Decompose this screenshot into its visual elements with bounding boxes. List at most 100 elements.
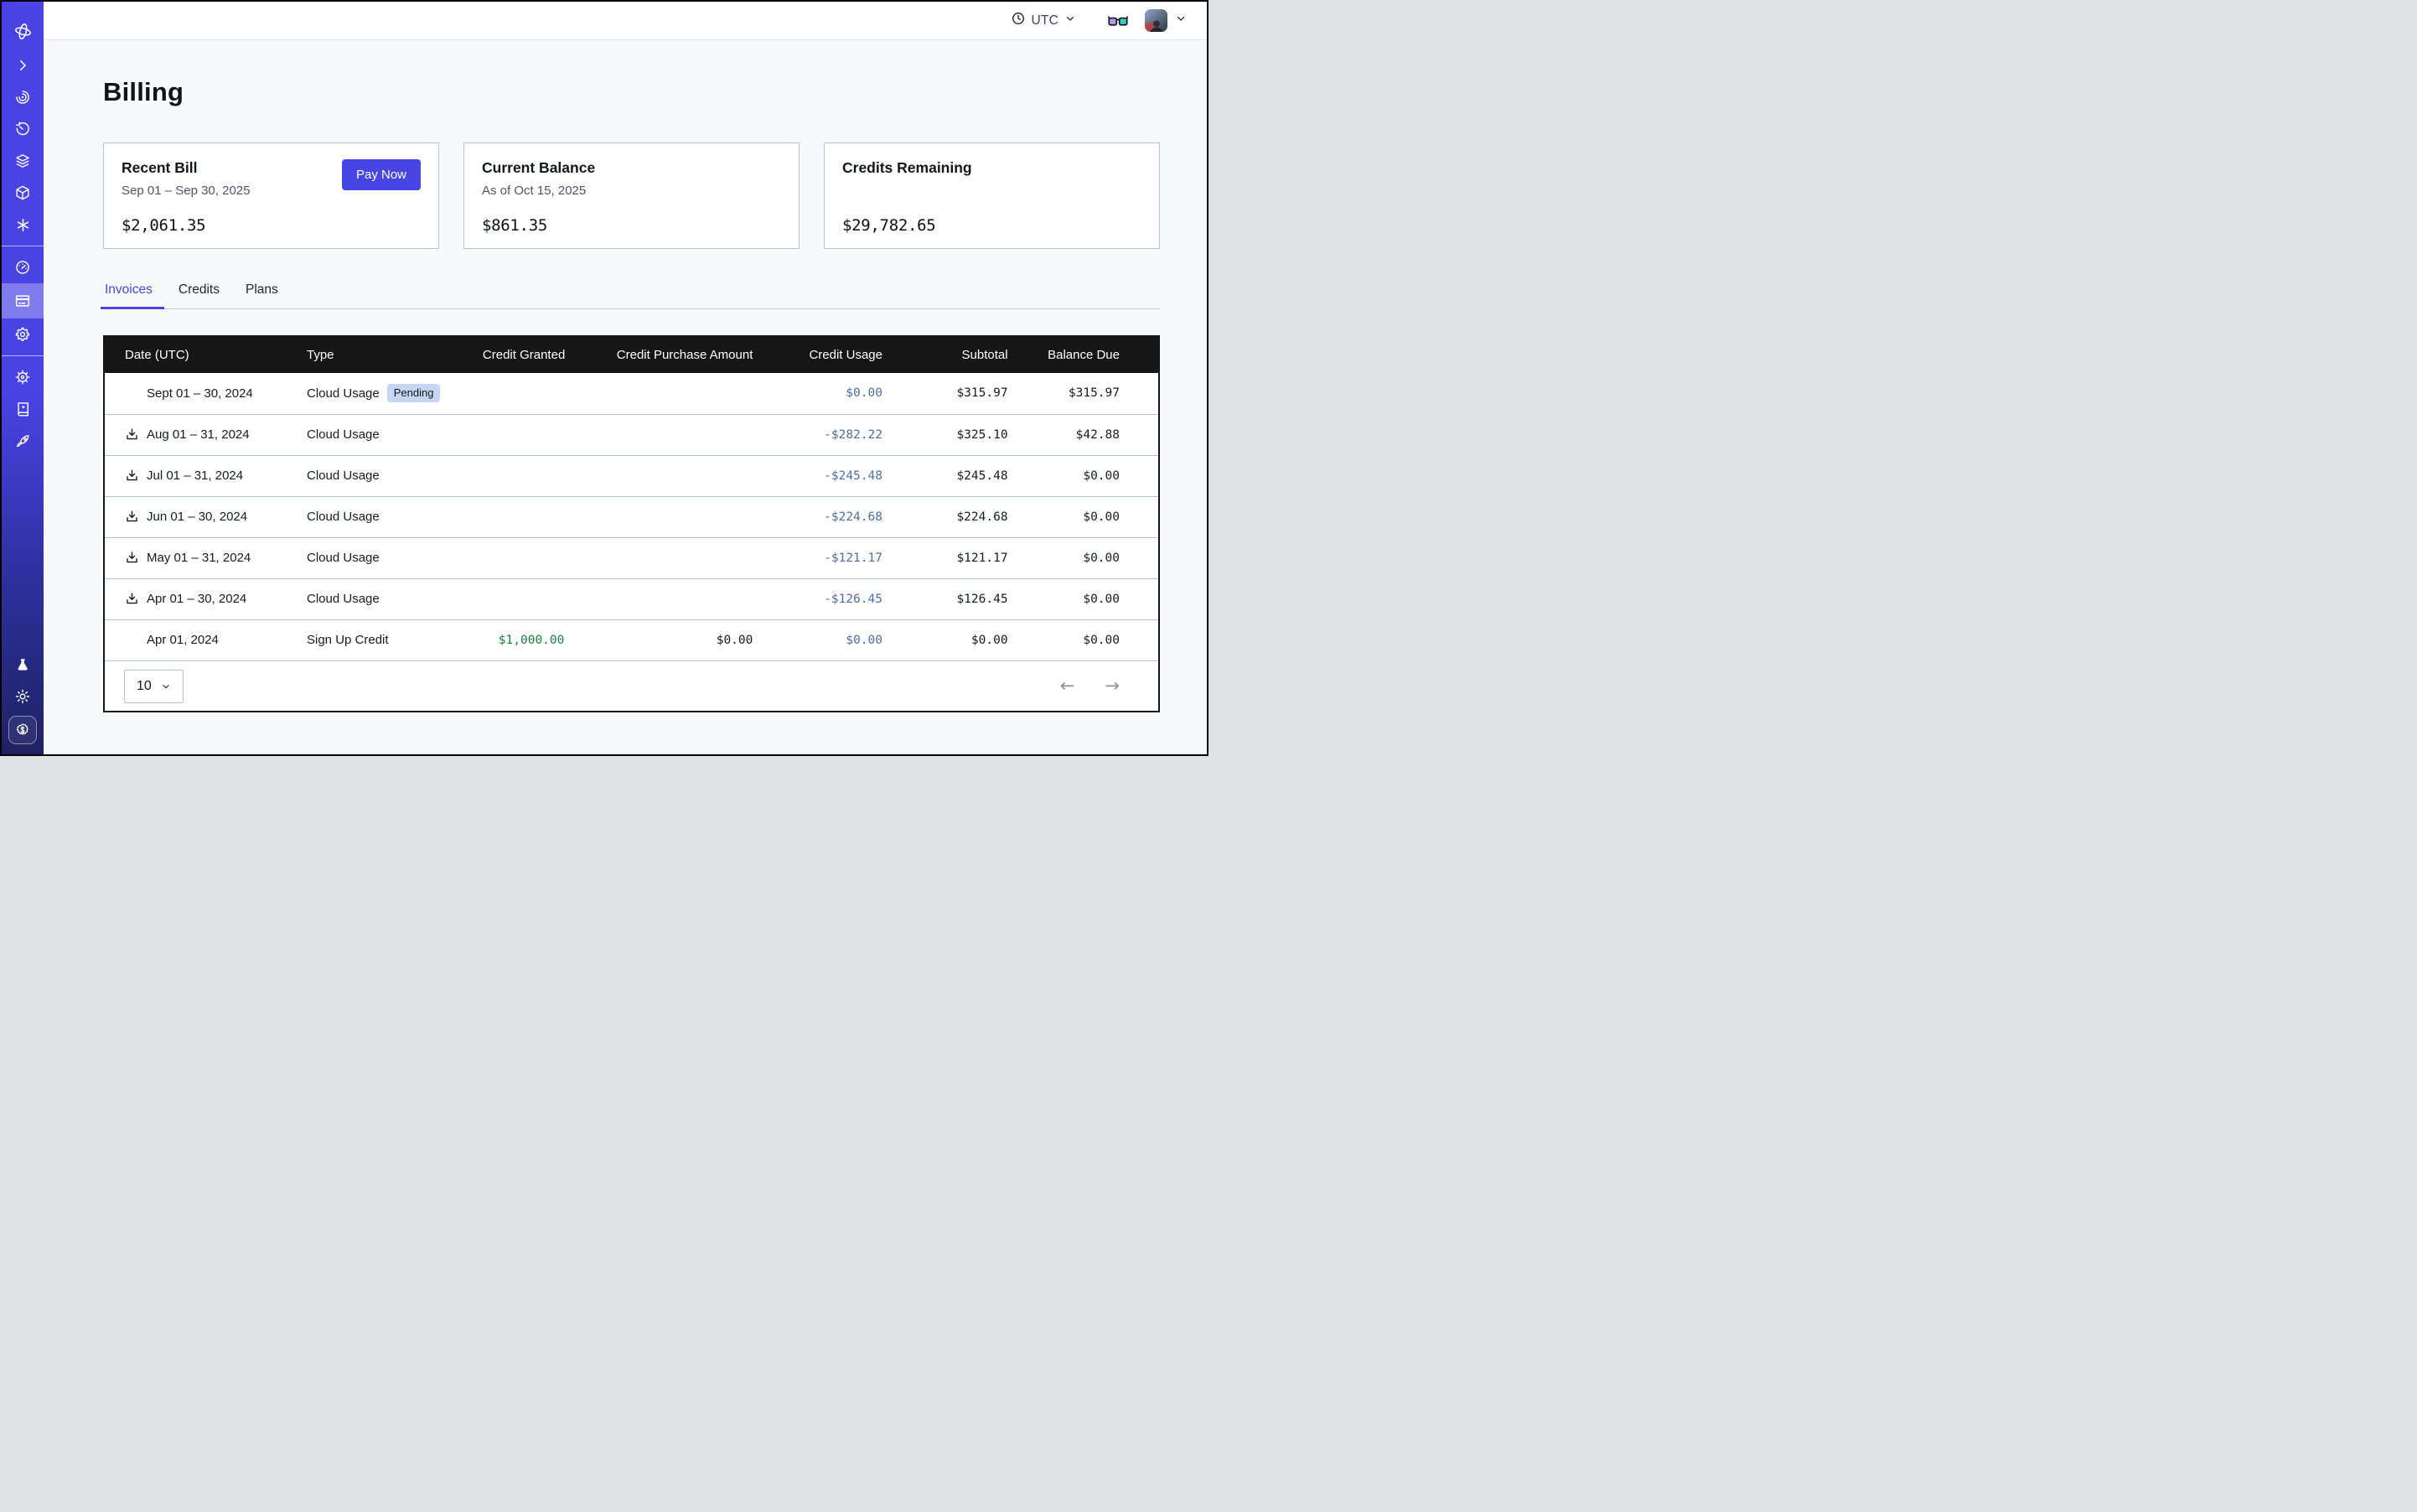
- credit-granted: [469, 496, 577, 537]
- col-type: Type: [293, 337, 469, 373]
- credit-granted: [469, 373, 577, 414]
- credit-usage: -$126.45: [766, 578, 896, 619]
- page-size-select[interactable]: 10: [124, 670, 184, 703]
- sidebar: [2, 2, 44, 754]
- timezone-selector[interactable]: UTC: [1011, 11, 1076, 30]
- invoice-type: Cloud Usage: [293, 414, 469, 455]
- layers-icon[interactable]: [2, 145, 44, 177]
- dollar-badge-icon[interactable]: [8, 716, 37, 744]
- download-icon[interactable]: [124, 510, 139, 525]
- topbar: UTC: [44, 2, 1207, 40]
- invoice-type: Cloud Usage: [293, 455, 469, 496]
- chevron-down-icon: [161, 681, 171, 691]
- credit-granted: [469, 455, 577, 496]
- credit-purchase: [577, 496, 766, 537]
- invoice-date: Apr 01 – 30, 2024: [147, 592, 246, 606]
- invoice-date: Sept 01 – 30, 2024: [147, 386, 253, 401]
- balance-due: $0.00: [1022, 578, 1158, 619]
- credit-usage: $0.00: [766, 619, 896, 660]
- credit-purchase: [577, 578, 766, 619]
- col-balance-due: Balance Due: [1022, 337, 1158, 373]
- gear-icon[interactable]: [2, 318, 44, 350]
- next-page-button[interactable]: →: [1105, 677, 1120, 695]
- table-header-row: Date (UTC) Type Credit Granted Credit Pu…: [105, 337, 1158, 373]
- download-slot: [124, 386, 139, 401]
- card-recent-bill: Recent Bill Sep 01 – Sep 30, 2025 Pay No…: [103, 142, 439, 249]
- card-title: Credits Remaining: [842, 159, 972, 177]
- credit-purchase: [577, 373, 766, 414]
- download-icon[interactable]: [124, 551, 139, 566]
- avatar: [1145, 9, 1167, 32]
- col-credit-usage: Credit Usage: [766, 337, 896, 373]
- credit-purchase: [577, 455, 766, 496]
- gauge-icon[interactable]: [2, 251, 44, 283]
- cube-icon[interactable]: [2, 177, 44, 209]
- download-icon[interactable]: [124, 469, 139, 484]
- subtotal: $0.00: [896, 619, 1022, 660]
- sidebar-divider: [2, 355, 44, 356]
- card-subtitle: Sep 01 – Sep 30, 2025: [122, 184, 250, 198]
- chevron-down-icon: [1064, 13, 1076, 28]
- credit-granted: [469, 578, 577, 619]
- col-subtotal: Subtotal: [896, 337, 1022, 373]
- invoice-type: Cloud Usage: [293, 496, 469, 537]
- invoice-date: Jun 01 – 30, 2024: [147, 510, 247, 524]
- balance-due: $315.97: [1022, 373, 1158, 414]
- balance-due: $42.88: [1022, 414, 1158, 455]
- credit-usage: -$121.17: [766, 537, 896, 578]
- prev-page-button[interactable]: ←: [1060, 677, 1075, 695]
- tab-credits[interactable]: Credits: [177, 282, 221, 308]
- rocket-icon[interactable]: [2, 425, 44, 457]
- chevron-right-icon[interactable]: [2, 49, 44, 81]
- download-slot: [124, 633, 139, 648]
- table-row: Jun 01 – 30, 2024 Cloud Usage -$224.68 $…: [105, 496, 1158, 537]
- summary-cards: Recent Bill Sep 01 – Sep 30, 2025 Pay No…: [103, 142, 1160, 249]
- invoice-type: Cloud Usage: [307, 386, 380, 401]
- credit-purchase: [577, 414, 766, 455]
- glasses-icon[interactable]: [1108, 14, 1128, 28]
- download-icon[interactable]: [124, 427, 139, 443]
- invoice-type: Sign Up Credit: [293, 619, 469, 660]
- orbit-logo-icon[interactable]: [2, 13, 44, 49]
- user-menu[interactable]: [1145, 9, 1187, 32]
- col-date: Date (UTC): [105, 337, 293, 373]
- download-icon[interactable]: [124, 592, 139, 607]
- credit-usage: $0.00: [766, 373, 896, 414]
- credit-usage: -$224.68: [766, 496, 896, 537]
- subtotal: $315.97: [896, 373, 1022, 414]
- sidebar-item-billing[interactable]: [2, 283, 44, 318]
- page-size-value: 10: [137, 679, 152, 694]
- table-row: Apr 01, 2024 Sign Up Credit $1,000.00 $0…: [105, 619, 1158, 660]
- balance-due: $0.00: [1022, 496, 1158, 537]
- credit-granted: [469, 537, 577, 578]
- pay-now-button[interactable]: Pay Now: [342, 159, 421, 190]
- credit-granted: $1,000.00: [469, 619, 577, 660]
- app-window: UTC: [0, 0, 1208, 756]
- card-current-balance: Current Balance As of Oct 15, 2025 $861.…: [463, 142, 800, 249]
- balance-due: $0.00: [1022, 537, 1158, 578]
- sun-icon[interactable]: [2, 681, 44, 712]
- invoices-table: Date (UTC) Type Credit Granted Credit Pu…: [103, 335, 1160, 712]
- balance-due: $0.00: [1022, 619, 1158, 660]
- card-title: Current Balance: [482, 159, 595, 177]
- timer-reverse-icon[interactable]: [2, 113, 44, 145]
- billing-page: Billing Recent Bill Sep 01 – Sep 30, 202…: [44, 40, 1207, 754]
- table-row: Sept 01 – 30, 2024 Cloud UsagePending $0…: [105, 373, 1158, 414]
- credit-granted: [469, 414, 577, 455]
- spiral-icon[interactable]: [2, 81, 44, 113]
- asterisk-icon[interactable]: [2, 209, 44, 241]
- flask-icon[interactable]: [2, 649, 44, 681]
- book-sparkle-icon[interactable]: [2, 393, 44, 425]
- timezone-label: UTC: [1032, 13, 1058, 28]
- tab-invoices[interactable]: Invoices: [103, 282, 154, 308]
- table-row: May 01 – 31, 2024 Cloud Usage -$121.17 $…: [105, 537, 1158, 578]
- ship-wheel-icon[interactable]: [2, 361, 44, 393]
- subtotal: $245.48: [896, 455, 1022, 496]
- tab-plans[interactable]: Plans: [244, 282, 280, 308]
- credit-usage: -$245.48: [766, 455, 896, 496]
- subtotal: $325.10: [896, 414, 1022, 455]
- table-row: Apr 01 – 30, 2024 Cloud Usage -$126.45 $…: [105, 578, 1158, 619]
- table-row: Aug 01 – 31, 2024 Cloud Usage -$282.22 $…: [105, 414, 1158, 455]
- subtotal: $126.45: [896, 578, 1022, 619]
- card-subtitle: As of Oct 15, 2025: [482, 184, 595, 198]
